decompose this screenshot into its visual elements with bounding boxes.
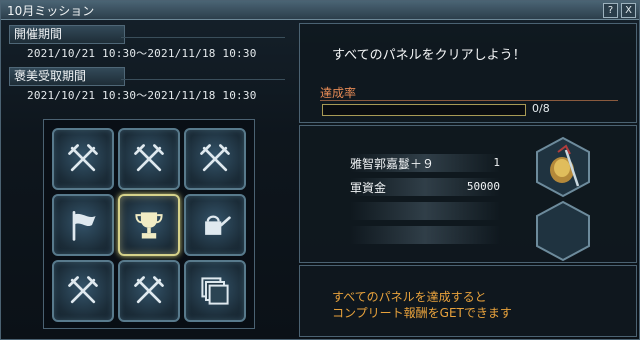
reward-row-empty: [350, 202, 500, 220]
crossed-swords-icon: [134, 144, 164, 172]
event-period-label: 開催期間: [9, 25, 125, 44]
reward-quantity: 50000: [466, 180, 500, 193]
achievement-rate-label: 達成率: [320, 86, 357, 100]
achievement-progress-bar: [322, 104, 526, 116]
title-bar[interactable]: 10月ミッション ? X: [1, 1, 639, 20]
mission-panel-grid: [43, 119, 255, 329]
divider: [121, 37, 285, 38]
reward-row: 軍資金 50000: [350, 178, 500, 196]
watering-can-icon: [205, 215, 231, 235]
reward-row-empty: [350, 226, 500, 244]
event-period-dates: 2021/10/21 10:30～2021/11/18 10:30: [27, 47, 257, 60]
help-button[interactable]: ?: [603, 3, 618, 18]
mission-panel-8[interactable]: [118, 260, 180, 322]
mission-heading: すべてのパネルをクリアしよう！: [332, 48, 526, 63]
reward-name: 雅智郭嘉鬘＋９: [350, 157, 435, 171]
reward-item-slot[interactable]: [534, 136, 592, 198]
mission-panel-1[interactable]: [52, 128, 114, 190]
reward-quantity: 1: [493, 156, 500, 169]
trophy-icon: [135, 212, 163, 239]
left-panel: 開催期間 2021/10/21 10:30～2021/11/18 10:30 褒…: [7, 23, 291, 335]
complete-reward-note: すべてのパネルを達成すると コンプリート報酬をGETできます: [299, 265, 637, 337]
mission-panel-7[interactable]: [52, 260, 114, 322]
mission-panel-3[interactable]: [184, 128, 246, 190]
reward-period-label: 褒美受取期間: [9, 67, 125, 86]
reward-name: 軍資金: [350, 181, 387, 195]
achievement-rate-value: 0/8: [532, 102, 550, 115]
mission-panel-5[interactable]: [118, 194, 180, 256]
mission-panel-6[interactable]: [184, 194, 246, 256]
reward-row: 雅智郭嘉鬘＋９ 1: [350, 154, 500, 172]
mission-status-panel: すべてのパネルをクリアしよう！ 達成率 0/8: [299, 23, 637, 123]
divider: [121, 79, 285, 80]
crossed-swords-icon: [200, 144, 230, 172]
mission-window: 10月ミッション ? X 開催期間 2021/10/21 10:30～2021/…: [0, 0, 640, 340]
stacked-cards-icon: [201, 277, 229, 305]
flag-icon: [72, 211, 96, 241]
mission-panel-4[interactable]: [52, 194, 114, 256]
close-button[interactable]: X: [621, 3, 636, 18]
crossed-swords-icon: [68, 144, 98, 172]
empty-reward-slot: [536, 200, 590, 262]
crossed-swords-icon: [68, 276, 98, 304]
mission-panel-9[interactable]: [184, 260, 246, 322]
reward-period-dates: 2021/10/21 10:30～2021/11/18 10:30: [27, 89, 257, 102]
note-line-1: すべてのパネルを達成すると: [332, 290, 487, 304]
note-line-2: コンプリート報酬をGETできます: [332, 306, 512, 320]
divider: [320, 100, 618, 101]
mission-panel-2[interactable]: [118, 128, 180, 190]
reward-panel: 雅智郭嘉鬘＋９ 1 軍資金 50000: [299, 125, 637, 263]
crossed-swords-icon: [134, 276, 164, 304]
window-title: 10月ミッション: [7, 4, 95, 18]
